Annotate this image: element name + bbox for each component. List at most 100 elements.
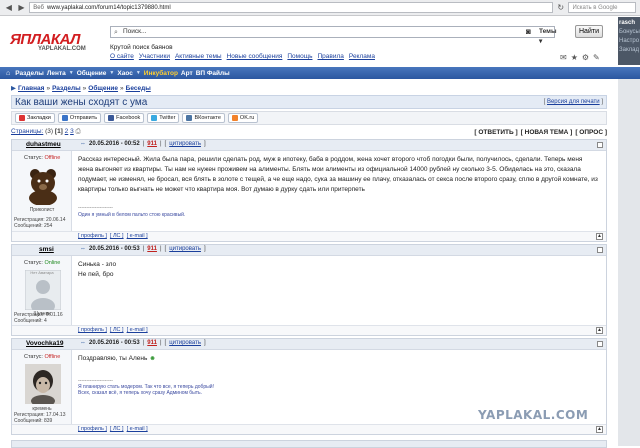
poll-button[interactable]: [ ОПРОС ] [575,129,607,136]
breadcrumb-home[interactable]: Главная [18,85,44,92]
user-panel-item-settings[interactable]: Настро [619,37,639,46]
breadcrumb-sections[interactable]: Разделы [52,85,81,92]
profile-link[interactable]: [ профиль ] [78,327,107,333]
new-topic-button[interactable]: [ НОВАЯ ТЕМА ] [521,129,573,136]
link-about[interactable]: О сайте [110,53,134,60]
post-header: Vovochka19 ⇔ 20.05.2016 - 00:53 | 911 | … [12,339,606,350]
signature: Один я умный в белом пальто стою красивы… [78,212,186,218]
page-link-3[interactable]: 3 [70,128,74,135]
nav-feed[interactable]: Лента [47,70,66,77]
link-new-messages[interactable]: Новые сообщения [227,53,283,60]
print-version-link[interactable]: Версия для печати [547,99,600,105]
scroll-up-icon[interactable]: ▲ [596,327,603,334]
nav-communication[interactable]: Общение [77,70,107,77]
select-checkbox[interactable] [597,142,603,148]
post-footer: [ профиль ] [ ЛС ] [ e-mail ] ▲ [12,325,606,335]
search-scope-label: Темы [539,28,557,35]
breadcrumb-communication[interactable]: Общение [88,85,118,92]
browser-search-field[interactable]: Искать в Google [568,2,637,13]
post-rating[interactable]: 911 [147,141,157,147]
pm-link[interactable]: [ ЛС ] [110,233,124,239]
pm-link[interactable]: [ ЛС ] [110,426,124,432]
post-rating[interactable]: 911 [147,246,157,252]
find-button[interactable]: Найти [575,25,603,38]
home-icon[interactable]: ⌂ [6,70,10,77]
post-body: Статус: Online Нет Аватара Шутник Регист… [12,256,606,325]
next-post-header [11,440,607,448]
reload-icon[interactable]: ↻ [556,3,566,13]
post-meta: ⇔ 20.05.2016 - 00:52 | 911 | [цитировать… [80,141,206,147]
quote-link[interactable]: цитировать [169,340,201,346]
post-link-icon[interactable]: ⇔ [80,141,86,147]
link-ads[interactable]: Реклама [349,53,375,60]
post-author[interactable]: Vovochka19 [26,340,63,347]
post-footer: [ профиль ] [ ЛС ] [ e-mail ] ▲ [12,231,606,241]
topic-content: ▶ Главная» Разделы» Общение» Беседы Как … [11,83,607,446]
link-icon[interactable]: ✎ [593,53,600,62]
scroll-up-icon[interactable]: ▲ [596,233,603,240]
nav-files[interactable]: ВП Файлы [196,70,230,77]
share-send-label: Отправить [69,115,98,121]
pm-link[interactable]: [ ЛС ] [110,327,124,333]
post-author[interactable]: smsi [39,246,54,253]
user-panel-item-bonus[interactable]: Бонусы [619,28,640,37]
share-bar: Закладки Отправить Facebook Twitter ВКон… [11,111,607,125]
post-text: Синька - зло Не пей, бро [78,261,117,278]
profile-link[interactable]: [ профиль ] [78,233,107,239]
post-author[interactable]: duhastmeu [26,141,61,148]
share-twitter-button[interactable]: Twitter [147,113,180,123]
chevron-down-icon: ▼ [109,70,115,76]
user-name[interactable]: rasch [619,20,635,26]
user-panel-item-bookmarks[interactable]: Заклад [619,46,639,55]
browser-toolbar: ◀ ▶ Веб www.yaplakal.com/forum14/topic13… [0,0,640,16]
address-label: Веб [33,4,44,11]
link-active-topics[interactable]: Активные темы [175,53,222,60]
camera-icon[interactable]: ◙ [526,27,531,37]
link-rules[interactable]: Правила [317,53,343,60]
post-footer-links: [ профиль ] [ ЛС ] [ e-mail ] [78,426,148,432]
select-checkbox[interactable] [597,247,603,253]
forward-icon[interactable]: ▶ [17,3,27,13]
search-scope-select[interactable]: Темы ▾ [539,27,557,47]
site-search-input[interactable]: ⌕ Поиск... ◙ Темы ▾ [110,26,557,45]
smiley-icon: ☻ [149,355,157,362]
back-icon[interactable]: ◀ [4,3,14,13]
scroll-up-icon[interactable]: ▲ [596,426,603,433]
mail-icon[interactable]: ✉ [560,53,567,62]
quote-link[interactable]: цитировать [169,141,201,147]
email-link[interactable]: [ e-mail ] [127,233,148,239]
post-rating[interactable]: 911 [147,340,157,346]
bookmark-icon[interactable]: ★ [571,53,578,62]
select-checkbox[interactable] [597,341,603,347]
nav-incubator[interactable]: Инкубатор [144,70,178,77]
reply-button[interactable]: [ ОТВЕТИТЬ ] [474,129,517,136]
site-logo[interactable]: ЯПЛАКАЛ YAPLAKAL.COM [10,32,90,54]
share-bookmarks-label: Закладки [27,115,51,121]
pages-label[interactable]: Страницы: [11,128,43,135]
page-link-2[interactable]: 2 [65,128,69,135]
nav-sections[interactable]: Разделы [15,70,44,77]
post-text: Рассказ интересный. Жила была пара, реши… [78,156,598,193]
user-panel: rasch Бонусы Настро Заклад [618,17,640,65]
post-link-icon[interactable]: ⇔ [80,246,86,252]
share-send-button[interactable]: Отправить [57,113,102,123]
profile-link[interactable]: [ профиль ] [78,426,107,432]
address-bar[interactable]: Веб www.yaplakal.com/forum14/topic137988… [29,2,553,13]
share-vk-button[interactable]: ВКонтакте [182,113,225,123]
share-ok-button[interactable]: OK.ru [227,113,259,123]
nav-art[interactable]: Арт [181,70,193,77]
link-members[interactable]: Участники [139,53,170,60]
address-text: www.yaplakal.com/forum14/topic1379880.ht… [46,4,171,11]
email-link[interactable]: [ e-mail ] [127,327,148,333]
share-facebook-button[interactable]: Facebook [104,113,145,123]
settings-icon[interactable]: ⚙ [582,53,589,62]
breadcrumb-talks[interactable]: Беседы [126,85,151,92]
email-link[interactable]: [ e-mail ] [127,426,148,432]
nav-chaos[interactable]: Хаос [117,70,132,77]
link-help[interactable]: Помощь [287,53,312,60]
topic-title-bar: Как ваши жены сходят с ума [ Версия для … [11,95,607,109]
post-link-icon[interactable]: ⇔ [80,340,86,346]
print-icon[interactable]: ⎙ [76,128,81,135]
quote-link[interactable]: цитировать [169,246,201,252]
share-bookmarks-button[interactable]: Закладки [15,113,55,123]
